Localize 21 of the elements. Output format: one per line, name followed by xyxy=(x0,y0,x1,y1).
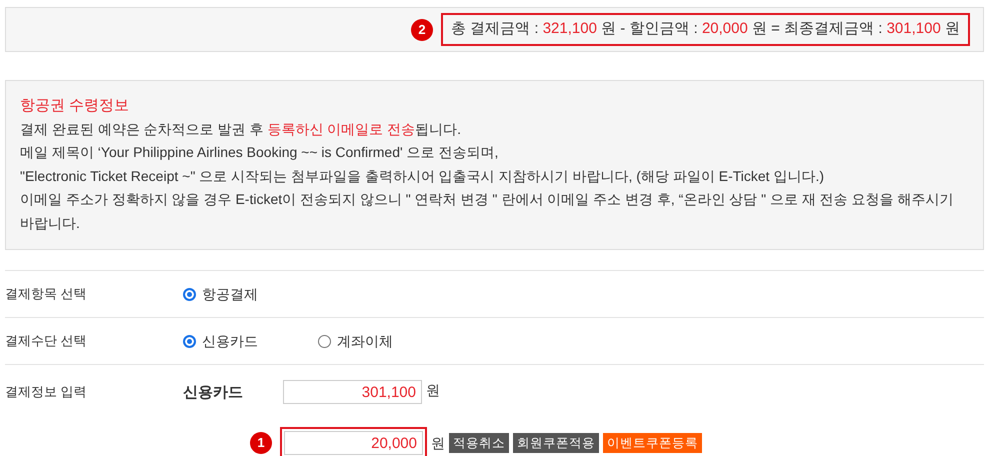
coupon-button[interactable]: 적용취소 xyxy=(449,433,509,453)
marker-badge: 1 xyxy=(250,432,272,454)
coupon-button[interactable]: 회원쿠폰적용 xyxy=(513,433,599,453)
payment-method-label: 신용카드 xyxy=(183,383,244,403)
currency-unit: 원 xyxy=(431,434,445,452)
radio-option[interactable]: 항공결제 xyxy=(183,284,258,304)
field-label: 결제정보 입력 xyxy=(5,383,88,401)
amount-field[interactable]: 301,100 xyxy=(283,380,422,404)
notice-text: 이메일 주소가 정확하지 않을 경우 E-ticket이 전송되지 않으니 " 연락처 변경 " 란에서 이메일 주소 변경 후, “온라인 상담 " 으로 재 전송 요청을 해주시기 바랍니다. xyxy=(20,190,954,232)
notice-text: 메일 제목이 ‘Your Philippine Airlines Booking ~~ is Confirmed' 으로 전송되며, xyxy=(20,143,500,162)
payment-summary-text: 총 결제금액 : 321,100 원 - 할인금액 : 20,000 원 = 최종결제금액 : 301,100 원 xyxy=(441,13,970,46)
notice-text: "Electronic Ticket Receipt ~" 으로 시작되는 첨부파일을 출력하시어 입출국시 지참하시기 바랍니다, (해당 파일이 E-Ticket 입니다.) xyxy=(20,166,825,186)
notice-title: 항공권 수령정보 xyxy=(20,96,130,116)
field-label: 결제수단 선택 xyxy=(5,332,88,350)
marker-badge: 2 xyxy=(411,18,434,40)
coupon-field[interactable]: 20,000 xyxy=(280,427,427,456)
notice-text: 결제 완료된 예약은 순차적으로 발권 후 등록하신 이메일로 전송됩니다. xyxy=(20,120,462,138)
field-label: 결제항목 선택 xyxy=(5,285,88,304)
radio-option[interactable]: 신용카드 xyxy=(183,330,258,352)
radio-option[interactable]: 계좌이체 xyxy=(318,330,393,352)
currency-unit: 원 xyxy=(426,381,440,400)
